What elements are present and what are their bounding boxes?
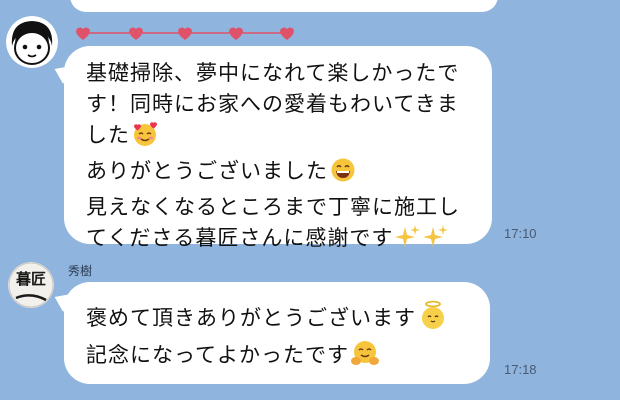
- message-line: 褒めて頂きありがとうございます: [86, 306, 416, 330]
- heart-chain-decoration: [76, 27, 294, 40]
- grinning-emoji: [330, 157, 356, 192]
- avatar-logo-text: 暮匠: [15, 270, 46, 288]
- sender-name[interactable]: 秀樹: [68, 262, 92, 279]
- message-bubble[interactable]: 基礎掃除、夢中になれて楽しかったで す！同時にお家への愛着もわいてきま した あ…: [64, 46, 492, 250]
- message-timestamp: 17:10: [504, 226, 537, 241]
- message-line: 基礎掃除、夢中になれて楽しかったで: [86, 61, 460, 85]
- message-line: ありがとうございました: [86, 159, 328, 183]
- message-line: 記念になってよかったです: [86, 343, 349, 367]
- message-line: す！同時にお家への愛着もわいてきま: [86, 92, 459, 116]
- smiling-hearts-emoji: [132, 121, 158, 156]
- halo-chick-emoji: [418, 300, 448, 339]
- message-line: てくださる暮匠さんに感謝です: [86, 226, 394, 250]
- message-timestamp: 17:18: [504, 362, 537, 377]
- sparkles-emoji: [395, 224, 421, 259]
- message-line: した: [86, 123, 130, 147]
- woman-avatar-icon[interactable]: [6, 16, 58, 68]
- sender-avatar-icon[interactable]: 暮匠: [8, 262, 54, 308]
- sparkles-emoji: [423, 224, 449, 259]
- message-bubble[interactable]: 褒めて頂きありがとうございます 記念になってよかったです: [64, 282, 490, 384]
- hugging-emoji: [350, 339, 379, 376]
- previous-message-bubble: [70, 0, 498, 12]
- message-line: 見えなくなるところまで丁寧に施工し: [86, 195, 460, 219]
